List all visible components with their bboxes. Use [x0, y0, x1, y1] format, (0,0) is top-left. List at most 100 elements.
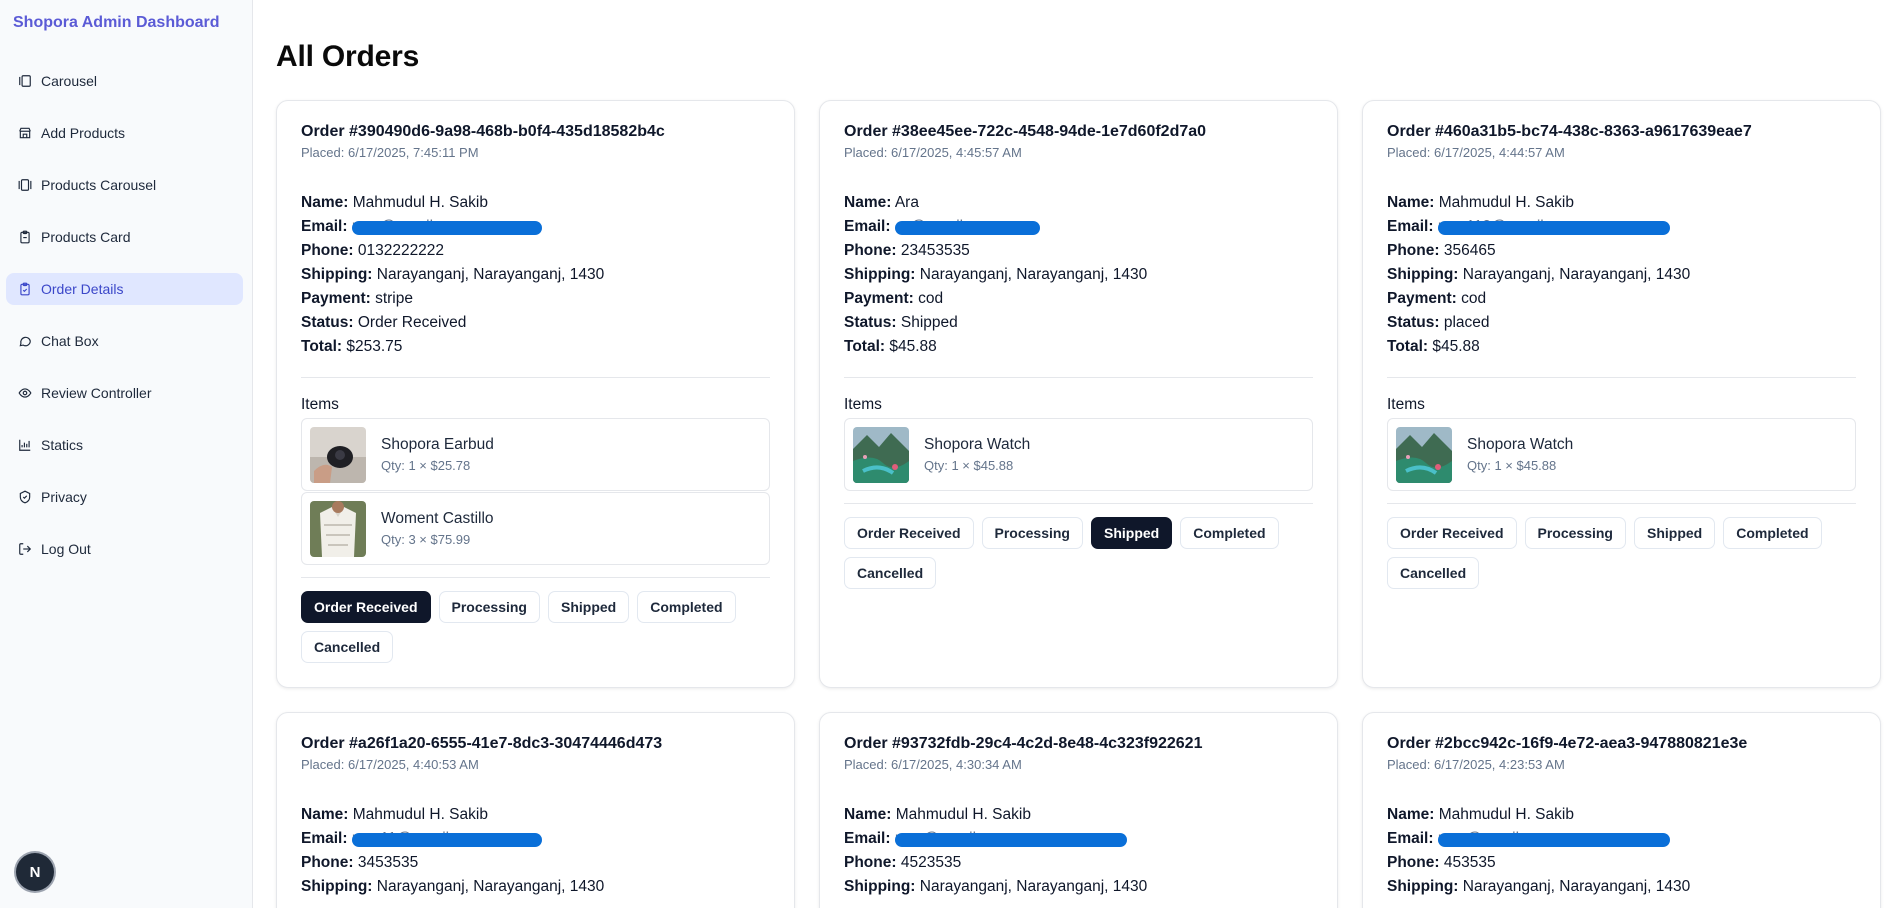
- page-title: All Orders: [276, 40, 420, 73]
- product-name: Woment Castillo: [381, 510, 494, 527]
- product-name: Shopora Earbud: [381, 436, 494, 453]
- redaction-mark: [894, 833, 1127, 847]
- shield-icon: [18, 490, 32, 504]
- order-id: Order #460a31b5-bc74-438c-8363-a9617639e…: [1387, 123, 1752, 140]
- order-email-label: Email:: [301, 218, 348, 235]
- message-icon: [18, 334, 32, 348]
- order-phone: Phone: 4523535: [844, 851, 1313, 875]
- status-shipped-button[interactable]: Shipped: [547, 591, 630, 623]
- order-phone: Phone: 3453535: [301, 851, 770, 875]
- sidebar-item-chat-box[interactable]: Chat Box: [6, 325, 243, 357]
- main-content: All Orders Order #390490d6-9a98-468b-b0f…: [253, 0, 1903, 908]
- sidebar-item-label: Products Carousel: [41, 177, 157, 193]
- order-email: Email: m…110@gmail.com: [1387, 215, 1856, 239]
- sidebar-item-label: Carousel: [41, 73, 98, 89]
- order-phone-label: Phone:: [1387, 242, 1440, 259]
- clipboard-check-icon: [18, 282, 32, 296]
- order-phone: Phone: 453535: [1387, 851, 1856, 875]
- order-card: Order #a26f1a20-6555-41e7-8dc3-30474446d…: [276, 712, 795, 908]
- order-status-label: Status:: [844, 314, 897, 331]
- order-payment-value: stripe: [375, 290, 413, 307]
- order-shipping-value: Narayanganj, Narayanganj, 1430: [1462, 878, 1691, 895]
- product-thumbnail: [1396, 426, 1452, 483]
- order-total: Total: $253.75: [301, 335, 770, 359]
- gallery-icon: [18, 178, 32, 192]
- order-shipping: Shipping: Narayanganj, Narayanganj, 1430: [1387, 263, 1856, 287]
- order-status: Status: Shipped: [844, 311, 1313, 335]
- status-completed-button[interactable]: Completed: [1723, 517, 1822, 549]
- order-name-label: Name:: [844, 806, 892, 823]
- order-email: Email: m…@gmail.com: [844, 827, 1313, 851]
- status-cancelled-button[interactable]: Cancelled: [1387, 557, 1480, 589]
- order-placed-date: Placed: 6/17/2025, 4:44:57 AM: [1387, 145, 1565, 160]
- order-id: Order #2bcc942c-16f9-4e72-aea3-947880821…: [1387, 735, 1748, 752]
- order-shipping-value: Narayanganj, Narayanganj, 1430: [376, 266, 605, 283]
- status-button-group: Order Received Processing Shipped Completed…: [1387, 517, 1856, 589]
- order-name: Name: Mahmudul H. Sakib: [301, 803, 770, 827]
- order-payment: Payment: cod: [1387, 287, 1856, 311]
- items-list: Shopora Earbud Qty: 1 × $25.78 Woment Ca…: [301, 418, 770, 565]
- order-phone-value: 356465: [1443, 242, 1496, 259]
- status-processing-button[interactable]: Processing: [1524, 517, 1626, 549]
- sidebar-item-statics[interactable]: Statics: [6, 429, 243, 461]
- status-shipped-button[interactable]: Shipped: [1633, 517, 1716, 549]
- order-phone: Phone: 0132222222: [301, 239, 770, 263]
- status-order-received-button[interactable]: Order Received: [301, 591, 431, 623]
- sidebar-item-review-controller[interactable]: Review Controller: [6, 377, 243, 409]
- sidebar-item-privacy[interactable]: Privacy: [6, 481, 243, 513]
- sidebar-item-log-out[interactable]: Log Out: [6, 533, 243, 565]
- sidebar-item-order-details[interactable]: Order Details: [6, 273, 243, 305]
- order-email: Email: m…@gmail.com: [1387, 827, 1856, 851]
- status-order-received-button[interactable]: Order Received: [1387, 517, 1517, 549]
- sidebar-item-products-carousel[interactable]: Products Carousel: [6, 169, 243, 201]
- sidebar-item-label: Privacy: [41, 489, 87, 505]
- status-cancelled-button[interactable]: Cancelled: [844, 557, 937, 589]
- order-phone-value: 23453535: [900, 242, 970, 259]
- sidebar-item-label: Chat Box: [41, 333, 99, 349]
- order-status: Status: placed: [1387, 311, 1856, 335]
- order-phone-value: 0132222222: [357, 242, 445, 259]
- user-avatar[interactable]: N: [16, 853, 54, 891]
- order-card: Order #460a31b5-bc74-438c-8363-a9617639e…: [1362, 100, 1881, 688]
- sidebar-item-carousel[interactable]: Carousel: [6, 65, 243, 97]
- order-status: Status: Order Received: [301, 311, 770, 335]
- product-name: Shopora Watch: [924, 436, 1031, 453]
- divider: [301, 577, 770, 578]
- order-item: Shopora Watch Qty: 1 × $45.88: [1387, 418, 1856, 491]
- order-name-label: Name:: [1387, 806, 1435, 823]
- order-phone-value: 4523535: [900, 854, 962, 871]
- order-payment-label: Payment:: [844, 290, 914, 307]
- status-order-received-button[interactable]: Order Received: [844, 517, 974, 549]
- order-phone-value: 453535: [1443, 854, 1496, 871]
- order-shipping-label: Shipping:: [1387, 266, 1459, 283]
- sidebar-item-label: Review Controller: [41, 385, 152, 401]
- sidebar: Shopora Admin Dashboard Carousel Add Prod…: [0, 0, 253, 908]
- status-completed-button[interactable]: Completed: [1180, 517, 1279, 549]
- order-total-value: $45.88: [1432, 338, 1480, 355]
- order-shipping-value: Narayanganj, Narayanganj, 1430: [376, 878, 605, 895]
- divider: [1387, 503, 1856, 504]
- order-total: Total: $45.88: [1387, 335, 1856, 359]
- status-cancelled-button[interactable]: Cancelled: [301, 631, 394, 663]
- order-phone-label: Phone:: [1387, 854, 1440, 871]
- status-processing-button[interactable]: Processing: [981, 517, 1083, 549]
- product-thumbnail: [853, 426, 909, 483]
- divider: [1387, 377, 1856, 378]
- order-name: Name: Mahmudul H. Sakib: [1387, 191, 1856, 215]
- order-name-label: Name:: [301, 194, 349, 211]
- sidebar-item-products-card[interactable]: Products Card: [6, 221, 243, 253]
- order-payment-value: cod: [918, 290, 944, 307]
- product-thumbnail: [310, 426, 366, 483]
- order-shipping-value: Narayanganj, Narayanganj, 1430: [919, 266, 1148, 283]
- product-name: Shopora Watch: [1467, 436, 1574, 453]
- order-name: Name: Ara: [844, 191, 1313, 215]
- order-payment-value: cod: [1461, 290, 1487, 307]
- sidebar-item-add-products[interactable]: Add Products: [6, 117, 243, 149]
- status-completed-button[interactable]: Completed: [637, 591, 736, 623]
- status-processing-button[interactable]: Processing: [438, 591, 540, 623]
- order-placed-date: Placed: 6/17/2025, 4:23:53 AM: [1387, 757, 1565, 772]
- order-shipping: Shipping: Narayanganj, Narayanganj, 1430: [844, 875, 1313, 899]
- order-shipping: Shipping: Narayanganj, Narayanganj, 1430: [844, 263, 1313, 287]
- order-placed-date: Placed: 6/17/2025, 4:30:34 AM: [844, 757, 1022, 772]
- status-shipped-button[interactable]: Shipped: [1090, 517, 1173, 549]
